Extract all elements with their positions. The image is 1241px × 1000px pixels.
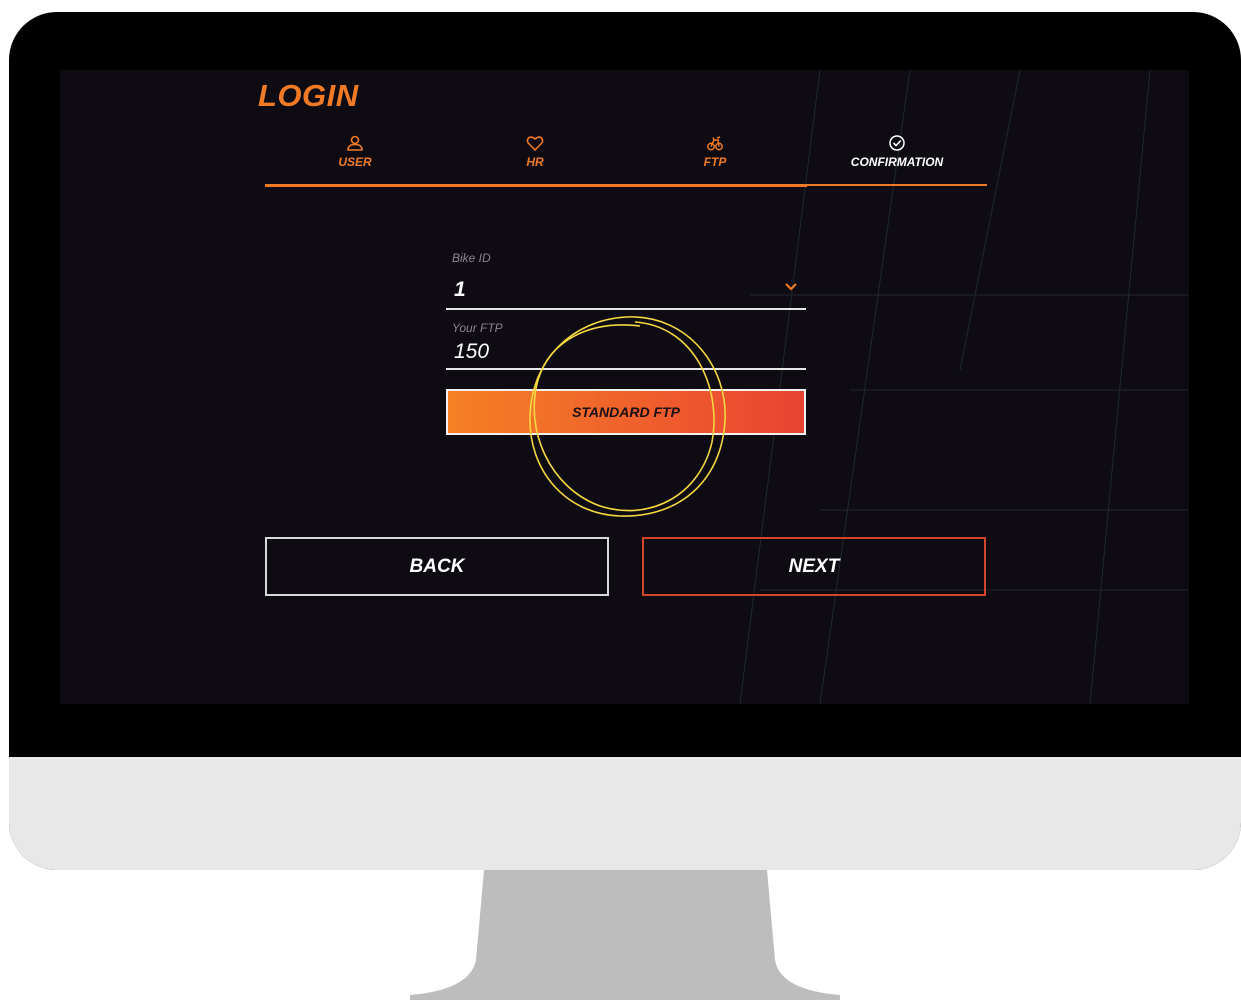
bike-id-select[interactable]: 1 — [446, 266, 806, 310]
check-circle-icon — [889, 135, 905, 151]
ftp-input[interactable]: 150 — [446, 336, 806, 372]
step-progress-track — [265, 184, 987, 187]
bike-id-underline — [446, 308, 806, 310]
step-ftp-label: FTP — [703, 155, 727, 169]
ftp-underline — [446, 368, 806, 370]
step-progress: USER HR FTP CONFIRMATION — [265, 132, 987, 187]
chevron-down-icon — [785, 283, 797, 291]
step-confirmation[interactable]: CONFIRMATION — [807, 132, 987, 186]
step-progress-fill — [265, 184, 807, 187]
bike-id-label: Bike ID — [452, 251, 491, 265]
step-hr[interactable]: HR — [445, 132, 625, 186]
page-title: LOGIN — [258, 78, 359, 113]
bike-id-value: 1 — [454, 278, 466, 301]
step-user-label: USER — [338, 155, 372, 169]
back-label: BACK — [409, 555, 465, 577]
monitor-chin — [9, 757, 1241, 870]
step-ftp[interactable]: FTP — [625, 132, 805, 186]
back-button[interactable]: BACK — [265, 537, 609, 596]
ftp-label: Your FTP — [452, 321, 503, 335]
ftp-value: 150 — [454, 340, 490, 363]
standard-ftp-button[interactable]: STANDARD FTP — [446, 389, 806, 435]
user-icon — [347, 135, 363, 151]
step-hr-label: HR — [526, 155, 544, 169]
standard-ftp-label: STANDARD FTP — [572, 404, 680, 420]
heart-icon — [526, 136, 544, 151]
step-user[interactable]: USER — [265, 132, 445, 186]
next-button[interactable]: NEXT — [642, 537, 986, 596]
step-confirmation-label: CONFIRMATION — [850, 155, 944, 169]
next-label: NEXT — [788, 555, 840, 577]
app-screen: LOGIN USER HR FTP CONFIRMATION Bike ID 1… — [60, 70, 1189, 704]
bike-icon — [707, 136, 723, 151]
